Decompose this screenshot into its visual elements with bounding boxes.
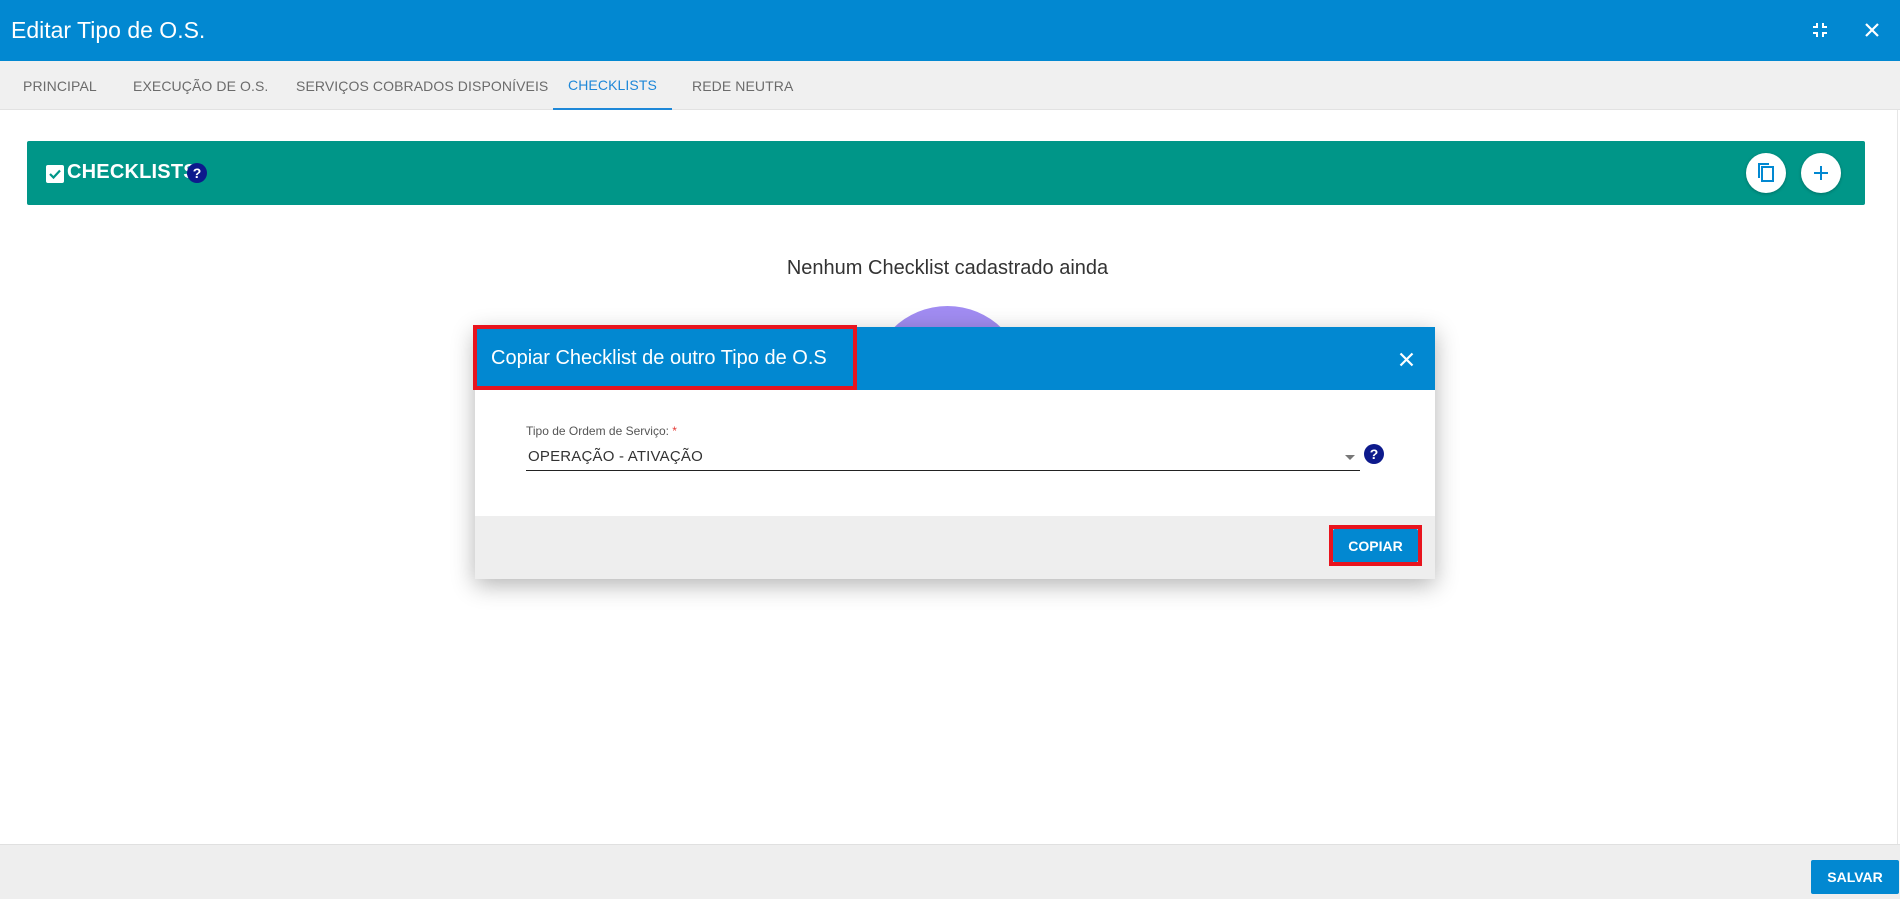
bottom-action-bar: SALVAR	[0, 844, 1900, 899]
empty-state-message: Nenhum Checklist cadastrado ainda	[786, 257, 1109, 279]
title-highlight-box	[473, 325, 857, 390]
tab-execucao[interactable]: EXECUÇÃO DE O.S.	[133, 61, 268, 110]
tab-rede-neutra[interactable]: REDE NEUTRA	[692, 61, 793, 110]
add-icon[interactable]	[1801, 153, 1841, 193]
help-icon[interactable]: ?	[187, 163, 207, 183]
dialog-close-icon[interactable]	[1392, 345, 1420, 373]
tab-servicos-cobrados[interactable]: SERVIÇOS COBRADOS DISPONÍVEIS	[296, 61, 548, 110]
collapse-icon[interactable]	[1803, 13, 1837, 47]
tab-principal[interactable]: PRINCIPAL	[23, 61, 97, 110]
copy-checklist-dialog: Copiar Checklist de outro Tipo de O.S Ti…	[473, 325, 1435, 579]
dialog-footer: COPIAR	[475, 516, 1435, 579]
copy-icon[interactable]	[1746, 153, 1786, 193]
save-button[interactable]: SALVAR	[1811, 860, 1899, 894]
select-value: OPERAÇÃO - ATIVAÇÃO	[528, 448, 703, 465]
checklists-section-header: CHECKLISTS ?	[27, 141, 1865, 205]
tab-checklists[interactable]: CHECKLISTS	[553, 61, 672, 110]
tipo-ordem-servico-select[interactable]: OPERAÇÃO - ATIVAÇÃO	[526, 441, 1360, 471]
required-marker: *	[672, 424, 677, 438]
tab-bar: PRINCIPAL EXECUÇÃO DE O.S. SERVIÇOS COBR…	[0, 61, 1900, 110]
section-title: CHECKLISTS	[67, 161, 197, 183]
checkbox-icon	[46, 165, 64, 183]
caret-down-icon	[1345, 455, 1355, 460]
close-icon[interactable]	[1855, 13, 1889, 47]
help-icon[interactable]: ?	[1364, 444, 1384, 464]
copy-button[interactable]: COPIAR	[1333, 529, 1418, 562]
field-label: Tipo de Ordem de Serviço: *	[526, 424, 677, 438]
dialog-header: Copiar Checklist de outro Tipo de O.S	[473, 325, 1435, 390]
window-title: Editar Tipo de O.S.	[11, 17, 206, 43]
window-titlebar: Editar Tipo de O.S.	[0, 0, 1900, 61]
